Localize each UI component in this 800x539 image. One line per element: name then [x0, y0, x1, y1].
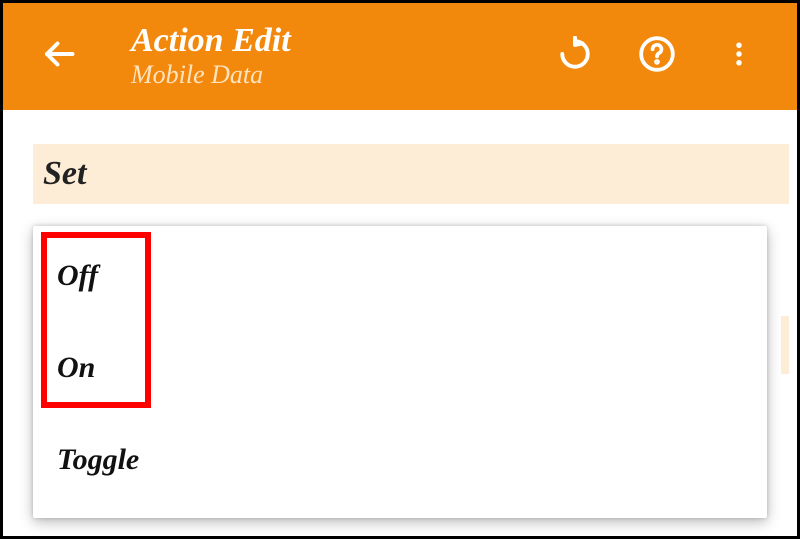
back-arrow-icon [41, 36, 77, 77]
page-subtitle: Mobile Data [131, 60, 553, 90]
app-window: Action Edit Mobile Data [3, 3, 797, 536]
undo-button[interactable] [553, 35, 597, 79]
appbar-actions [553, 35, 761, 79]
option-label: On [57, 351, 95, 385]
back-button[interactable] [37, 35, 81, 79]
app-bar: Action Edit Mobile Data [3, 3, 797, 110]
set-section-header[interactable]: Set [33, 144, 789, 204]
help-button[interactable] [635, 35, 679, 79]
background-row-peek [781, 316, 789, 374]
option-off[interactable]: Off [33, 230, 767, 322]
page-title: Action Edit [131, 23, 553, 59]
overflow-menu-button[interactable] [717, 35, 761, 79]
option-label: Toggle [57, 443, 139, 477]
set-dropdown-menu: Off On Toggle [33, 226, 767, 518]
undo-icon [557, 36, 593, 77]
set-section-label: Set [43, 155, 86, 193]
option-label: Off [57, 259, 98, 293]
option-on[interactable]: On [33, 322, 767, 414]
option-toggle[interactable]: Toggle [33, 414, 767, 506]
content-area: Set Off On Toggle [3, 110, 797, 536]
more-vert-icon [724, 36, 754, 77]
help-icon [638, 35, 676, 78]
appbar-titles: Action Edit Mobile Data [131, 23, 553, 91]
